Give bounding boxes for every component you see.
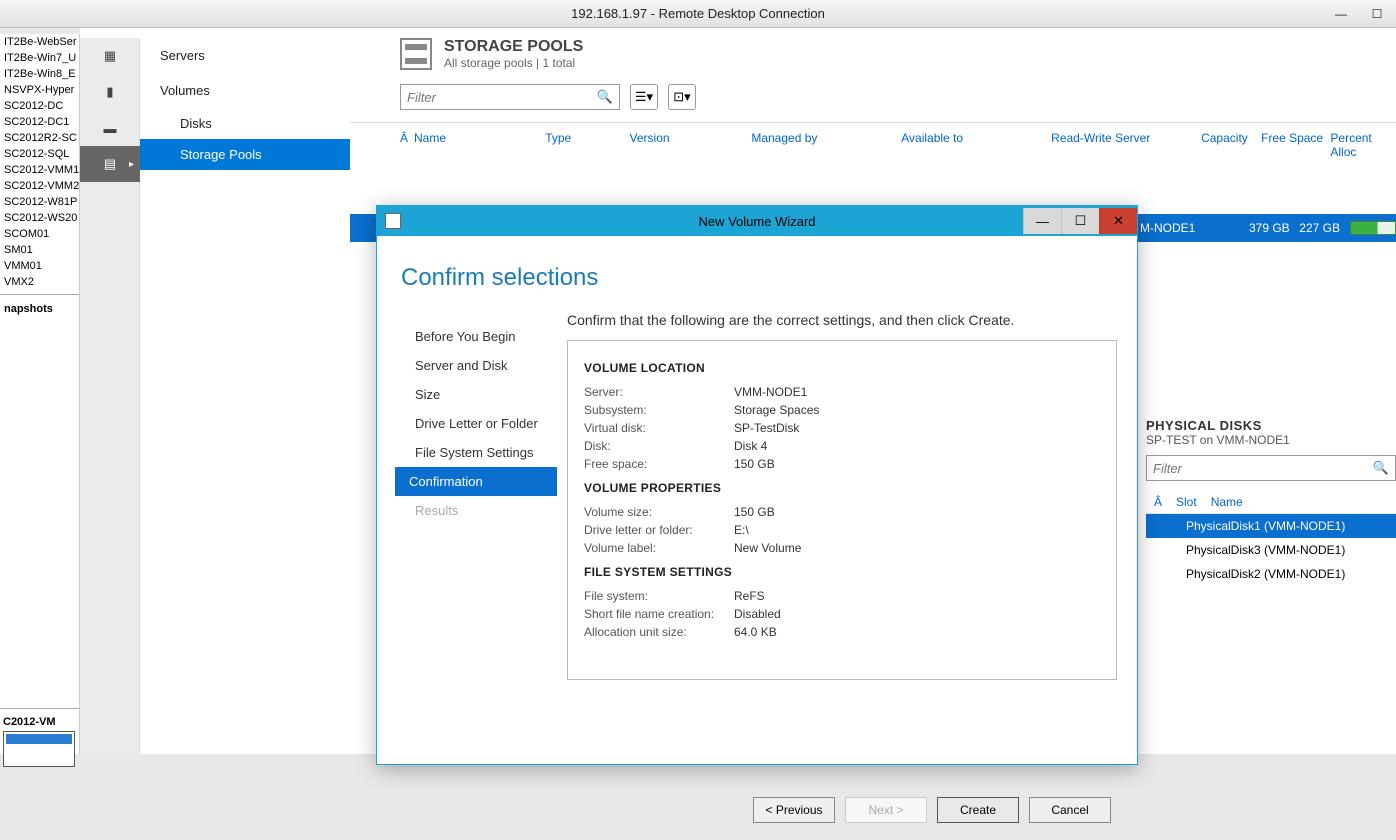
col-type[interactable]: Type (545, 131, 629, 159)
physical-disks-filter[interactable]: Filter 🔍 (1146, 455, 1396, 481)
step-results: Results (401, 496, 557, 525)
file-services-icon[interactable]: ▤▸ (80, 146, 140, 182)
wizard-icon (385, 213, 401, 229)
nav-servers[interactable]: Servers (140, 38, 350, 73)
task-thumbnail[interactable] (3, 731, 75, 767)
col-rw[interactable]: Read-Write Server (1051, 131, 1201, 159)
view-options-dropdown[interactable]: ☰▾ (630, 84, 658, 110)
vm-list-item[interactable]: SM01 (0, 242, 79, 258)
snapshots-label: napshots (0, 299, 79, 319)
filter-placeholder: Filter (407, 90, 436, 105)
maximize-button[interactable]: ☐ (1061, 208, 1099, 234)
wizard-heading: Confirm selections (377, 236, 1137, 312)
wizard-lead: Confirm that the following are the corre… (567, 312, 1117, 328)
nav-volumes[interactable]: Volumes (140, 73, 350, 108)
rdp-title: 192.168.1.97 - Remote Desktop Connection (571, 6, 825, 21)
wizard-steps: Before You Begin Server and Disk Size Dr… (377, 312, 557, 780)
maximize-icon[interactable]: ☐ (1362, 4, 1392, 24)
page-subtitle: All storage pools | 1 total (444, 56, 583, 70)
chevron-right-icon: ▸ (129, 159, 134, 170)
section-volume-location: VOLUME LOCATION (584, 361, 1100, 375)
vm-list-item[interactable]: VMX2 (0, 274, 79, 290)
icon-strip: ▦ ▮ ▬ ▤▸ (80, 38, 140, 754)
nav-disks[interactable]: Disks (140, 108, 350, 139)
local-server-icon[interactable]: ▮ (80, 74, 140, 110)
vm-list-item[interactable]: SC2012-W81P (0, 194, 79, 210)
col-available[interactable]: Available to (901, 131, 1051, 159)
host-desktop-sliver: IT2Be-WebSerIT2Be-Win7_UIT2Be-Win8_ENSVP… (0, 34, 80, 754)
vm-list-item[interactable]: SC2012R2-SC (0, 130, 79, 146)
search-icon[interactable]: 🔍 (1373, 460, 1389, 476)
minimize-icon[interactable]: — (1326, 4, 1356, 24)
col-free[interactable]: Free Space (1261, 131, 1330, 159)
minimize-button[interactable]: — (1023, 208, 1061, 234)
wizard-titlebar[interactable]: New Volume Wizard — ☐ ✕ (377, 206, 1137, 236)
task-thumb-label: C2012-VM (0, 713, 79, 731)
vm-list-item[interactable]: SC2012-WS20 (0, 210, 79, 226)
cell-free: 227 GB (1299, 221, 1349, 235)
col-version[interactable]: Version (630, 131, 752, 159)
physical-disks-panel: PHYSICAL DISKS SP-TEST on VMM-NODE1 Filt… (1146, 418, 1396, 586)
remote-session: ▦ ▮ ▬ ▤▸ Servers Volumes Disks Storage P… (80, 28, 1396, 754)
cancel-button[interactable]: Cancel (1029, 797, 1111, 823)
vm-list-item[interactable]: SC2012-VMM1 (0, 162, 79, 178)
step-size[interactable]: Size (401, 380, 557, 409)
vm-list-item[interactable]: IT2Be-WebSer (0, 34, 79, 50)
physical-disks-title: PHYSICAL DISKS (1146, 418, 1396, 433)
step-server-and-disk[interactable]: Server and Disk (401, 351, 557, 380)
vm-list-item[interactable]: NSVPX-Hyper (0, 82, 79, 98)
physical-disks-subtitle: SP-TEST on VMM-NODE1 (1146, 433, 1396, 447)
storage-pool-icon (400, 38, 432, 70)
cell-rw: M-NODE1 (1140, 221, 1249, 235)
wizard-title: New Volume Wizard (698, 214, 815, 229)
col-percent-alloc[interactable]: Percent Alloc (1330, 131, 1396, 159)
step-file-system[interactable]: File System Settings (401, 438, 557, 467)
col-name[interactable]: Name (414, 131, 545, 159)
create-button[interactable]: Create (937, 797, 1019, 823)
vm-list-item[interactable]: VMM01 (0, 258, 79, 274)
search-icon[interactable]: 🔍 (597, 89, 613, 105)
physical-disk-row[interactable]: PhysicalDisk2 (VMM-NODE1) (1146, 562, 1396, 586)
capacity-bar (1350, 221, 1396, 235)
vm-list-item[interactable]: SC2012-DC (0, 98, 79, 114)
nav-storage-pools[interactable]: Storage Pools (140, 139, 350, 170)
previous-button[interactable]: < Previous (753, 797, 835, 823)
col-slot[interactable]: Slot (1176, 495, 1197, 509)
wizard-footer: < Previous Next > Create Cancel (377, 780, 1137, 840)
filter-input[interactable]: Filter 🔍 (400, 84, 620, 110)
section-file-system: FILE SYSTEM SETTINGS (584, 565, 1100, 579)
step-drive-letter[interactable]: Drive Letter or Folder (401, 409, 557, 438)
nav-column: Servers Volumes Disks Storage Pools (140, 38, 350, 754)
save-options-dropdown[interactable]: ⊡▾ (668, 84, 696, 110)
col-name[interactable]: Name (1211, 495, 1243, 509)
cell-cap: 379 GB (1249, 221, 1299, 235)
col-capacity[interactable]: Capacity (1201, 131, 1261, 159)
confirmation-box: VOLUME LOCATION Server:VMM-NODE1 Subsyst… (567, 340, 1117, 680)
step-confirmation[interactable]: Confirmation (395, 467, 557, 496)
vm-list-item[interactable]: IT2Be-Win7_U (0, 50, 79, 66)
physical-disk-row[interactable]: PhysicalDisk1 (VMM-NODE1) (1146, 514, 1396, 538)
sort-icon[interactable]: Â (400, 131, 408, 159)
next-button: Next > (845, 797, 927, 823)
all-servers-icon[interactable]: ▬ (80, 110, 140, 146)
section-volume-properties: VOLUME PROPERTIES (584, 481, 1100, 495)
vm-list-item[interactable]: SCOM01 (0, 226, 79, 242)
step-before-you-begin[interactable]: Before You Begin (401, 322, 557, 351)
vm-list-item[interactable]: SC2012-SQL (0, 146, 79, 162)
vm-list-item[interactable]: SC2012-DC1 (0, 114, 79, 130)
col-managed[interactable]: Managed by (751, 131, 901, 159)
physical-disk-row[interactable]: PhysicalDisk3 (VMM-NODE1) (1146, 538, 1396, 562)
sort-icon[interactable]: Â (1154, 495, 1162, 509)
page-title: STORAGE POOLS (444, 38, 583, 56)
vm-list-item[interactable]: SC2012-VMM2 (0, 178, 79, 194)
new-volume-wizard: New Volume Wizard — ☐ ✕ Confirm selectio… (376, 205, 1138, 765)
vm-list-item[interactable]: IT2Be-Win8_E (0, 66, 79, 82)
column-headers: Â Name Type Version Managed by Available… (350, 122, 1396, 159)
close-button[interactable]: ✕ (1099, 208, 1137, 234)
dashboard-icon[interactable]: ▦ (80, 38, 140, 74)
rdp-titlebar: 192.168.1.97 - Remote Desktop Connection… (0, 0, 1396, 28)
